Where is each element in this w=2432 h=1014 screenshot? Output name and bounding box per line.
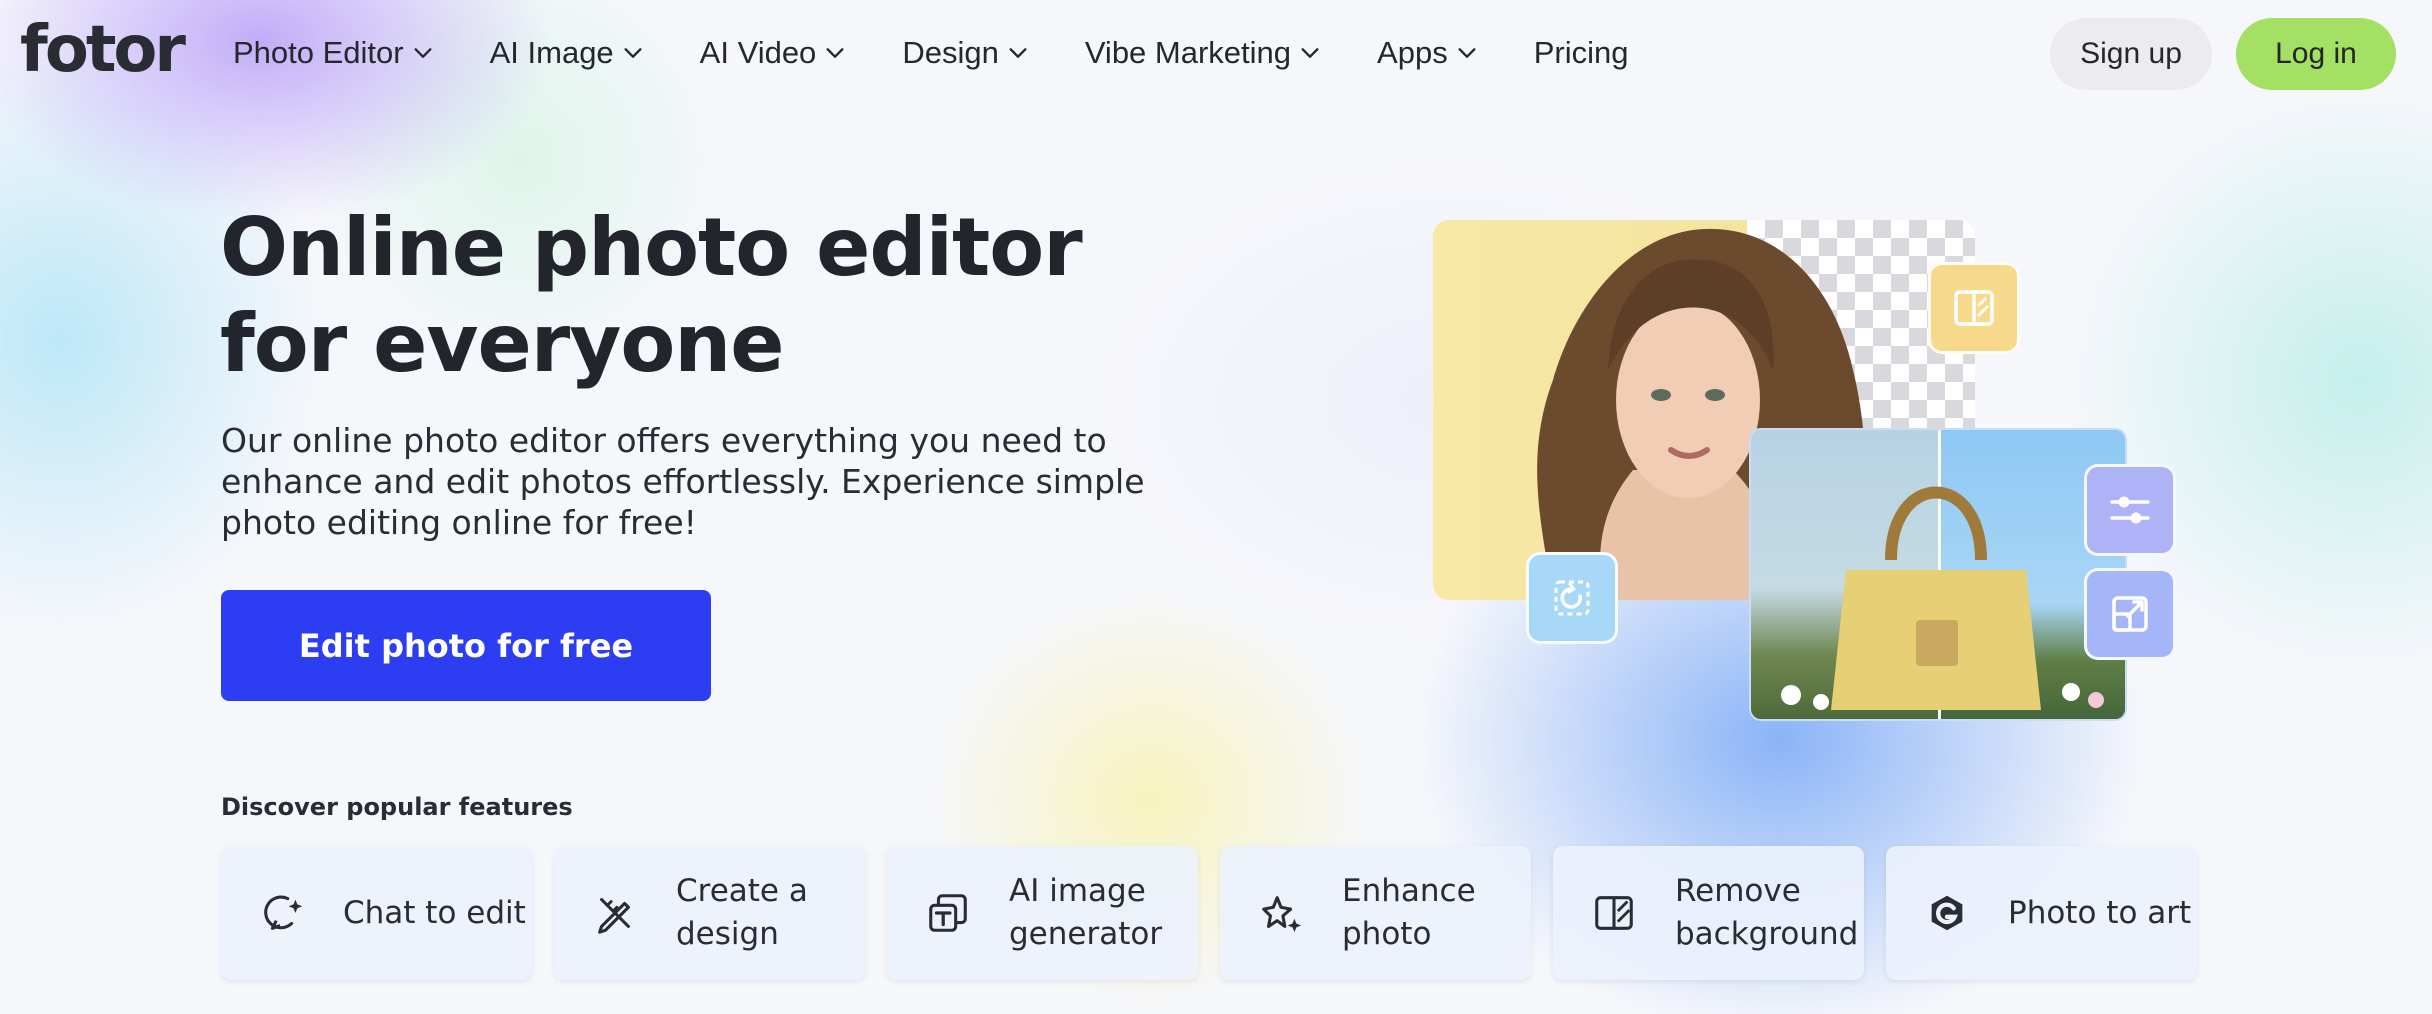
chevron-down-icon [414, 48, 432, 58]
nav-label: Photo Editor [233, 35, 404, 70]
nav-apps[interactable]: Apps [1377, 22, 1478, 84]
hero-subtitle: Our online photo editor offers everythin… [221, 421, 1145, 542]
nav-ai-video[interactable]: AI Video [700, 22, 847, 84]
nav-label: AI Image [489, 35, 614, 70]
features-list: Chat to edit Create a design AI image ge… [221, 846, 2197, 980]
feature-label: AI image generator [1009, 873, 1163, 952]
nav-photo-editor[interactable]: Photo Editor [233, 22, 434, 84]
chat-sparkle-icon [264, 895, 303, 930]
feature-label: Photo to art [2008, 894, 2192, 931]
feature-label: Enhance photo [1342, 873, 1476, 952]
sparkle-enhance-icon [1262, 896, 1302, 933]
nav-ai-image[interactable]: AI Image [490, 22, 644, 84]
chevron-down-icon [624, 48, 642, 58]
design-tools-icon [598, 898, 630, 934]
feature-chat-to-edit[interactable]: Chat to edit [221, 846, 532, 980]
chevron-down-icon [826, 48, 844, 58]
handbag-illustration [1781, 486, 2104, 710]
nav-label: Vibe Marketing [1084, 35, 1292, 70]
nav-label: AI Video [699, 35, 817, 70]
resize-icon [2112, 596, 2148, 632]
feature-ai-image-generator[interactable]: AI image generator [887, 846, 1198, 980]
rotate-tool-badge [1526, 552, 1618, 644]
log-in-button[interactable]: Log in [2236, 18, 2396, 90]
nav-pricing[interactable]: Pricing [1534, 22, 1629, 84]
remove-bg-icon [1954, 290, 1994, 326]
feature-label: Chat to edit [343, 894, 526, 931]
resize-tool-badge [2084, 568, 2176, 660]
background-remove-tool-badge [1928, 262, 2020, 354]
sliders-icon [2110, 496, 2150, 524]
feature-label: Remove background [1675, 873, 1859, 952]
feature-enhance-photo[interactable]: Enhance photo [1220, 846, 1531, 980]
chevron-down-icon [1458, 48, 1476, 58]
hero-title: Online photo editor for everyone [220, 201, 1083, 390]
nav-design[interactable]: Design [902, 22, 1029, 84]
nav-label: Pricing [1533, 35, 1629, 70]
feature-create-a-design[interactable]: Create a design [554, 846, 865, 980]
remove-bg-icon [1595, 896, 1633, 930]
chevron-down-icon [1009, 48, 1027, 58]
rotate-crop-icon [1554, 580, 1590, 616]
chevron-down-icon [1301, 48, 1319, 58]
features-heading: Discover popular features [221, 793, 573, 821]
adjust-tool-badge [2084, 464, 2176, 556]
fotor-logo[interactable]: fotor [20, 14, 186, 86]
edit-photo-cta-button[interactable]: Edit photo for free [221, 590, 711, 701]
nav-label: Design [902, 35, 999, 70]
art-g-icon [1931, 895, 1963, 931]
main-nav: Photo Editor AI Image AI Video Design Vi… [233, 22, 1684, 84]
nav-label: Apps [1377, 35, 1448, 70]
feature-photo-to-art[interactable]: Photo to art [1886, 846, 2197, 980]
feature-label: Create a design [676, 873, 808, 952]
sign-up-button[interactable]: Sign up [2050, 18, 2212, 90]
feature-remove-background[interactable]: Remove background [1553, 846, 1864, 980]
ai-text-image-icon [929, 894, 967, 932]
nav-vibe-marketing[interactable]: Vibe Marketing [1085, 22, 1321, 84]
handbag-preview-image [1749, 428, 2127, 721]
